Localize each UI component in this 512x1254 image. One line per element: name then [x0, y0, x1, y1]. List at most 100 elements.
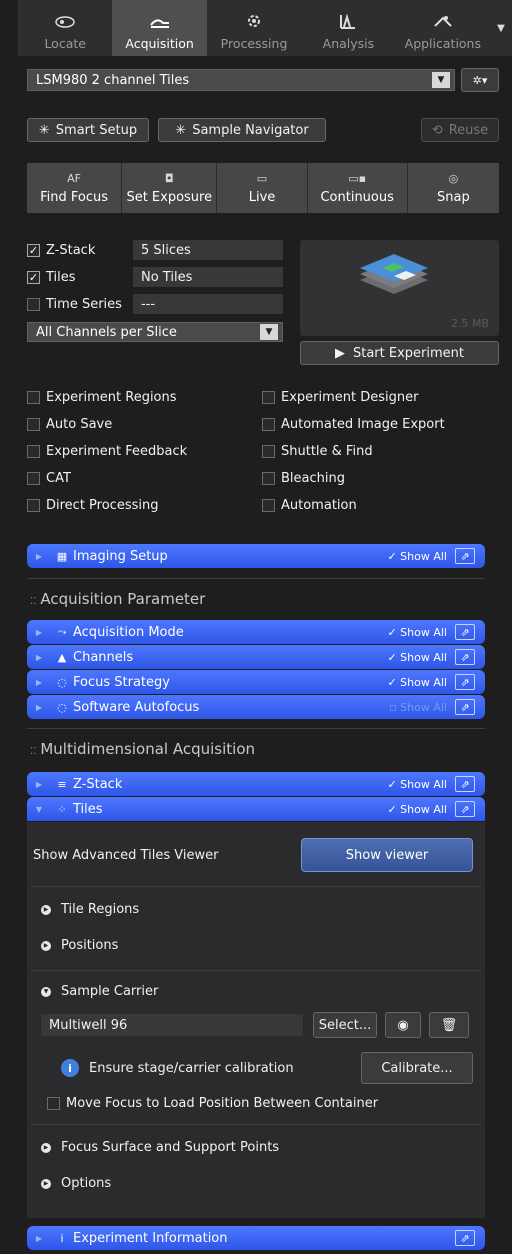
experiment-select[interactable]: LSM980 2 channel Tiles ▼ — [27, 69, 455, 91]
tab-acquisition[interactable]: Acquisition — [112, 0, 207, 56]
focus-surface-expander[interactable]: ▶ Focus Surface and Support Points — [41, 1140, 279, 1155]
tool-z-stack[interactable]: ▶ ≡ Z-Stack ✓ Show All ⇗ — [27, 772, 485, 796]
snap-button[interactable]: ◎ Snap — [408, 163, 499, 213]
checkbox-experiment-designer — [262, 390, 275, 404]
calibrate-button[interactable]: Calibrate... — [361, 1052, 473, 1084]
main-tab-bar: Locate Acquisition Processing Analysis A… — [18, 0, 512, 56]
undock-icon[interactable]: ⇗ — [455, 1230, 475, 1246]
expand-icon: ▶ — [41, 1142, 51, 1153]
checkbox-cat — [27, 471, 40, 485]
acquisition-icon — [149, 19, 169, 28]
option-automated-image-export[interactable]: Automated Image Export — [262, 415, 502, 433]
undock-icon[interactable]: ⇗ — [455, 699, 475, 715]
start-experiment-button[interactable]: ▶ Start Experiment — [300, 341, 499, 365]
applications-icon — [434, 16, 452, 27]
option-experiment-designer[interactable]: Experiment Designer — [262, 388, 502, 406]
show-all-toggle[interactable]: ✓ Show All — [387, 778, 447, 791]
option-auto-save[interactable]: Auto Save — [27, 415, 257, 433]
z-stack-icon: ≡ — [57, 777, 67, 791]
options-expander[interactable]: ▶ Options — [41, 1176, 111, 1191]
expand-icon: ▶ — [41, 904, 51, 915]
divider — [31, 1124, 481, 1125]
chevron-down-icon: ▼ — [432, 72, 450, 88]
tabs-more-button[interactable]: ▼ — [490, 0, 512, 56]
section-acquisition-parameter: ⁚⁚ Acquisition Parameter — [30, 590, 206, 608]
option-experiment-feedback[interactable]: Experiment Feedback — [27, 442, 257, 460]
undock-icon[interactable]: ⇗ — [455, 801, 475, 817]
divider — [27, 578, 485, 579]
exposure-icon: ◘ — [164, 171, 174, 185]
option-direct-processing[interactable]: Direct Processing — [27, 496, 257, 514]
option-experiment-regions[interactable]: Experiment Regions — [27, 388, 257, 406]
preview-size: 2.5 MB — [450, 317, 489, 330]
chevron-right-icon: ▶ — [35, 1233, 43, 1243]
tab-applications[interactable]: Applications — [396, 0, 490, 56]
tool-imaging-setup[interactable]: ▶ ▦ Imaging Setup ✓ Show All ⇗ — [27, 544, 485, 568]
focus-strategy-icon: ◌ — [57, 675, 67, 689]
expand-icon: ▶ — [41, 1178, 51, 1189]
tool-channels[interactable]: ▶ ▲ Channels ✓ Show All ⇗ — [27, 645, 485, 669]
checkbox-time-series — [27, 297, 40, 311]
show-all-toggle[interactable]: ▫ Show All — [389, 701, 447, 714]
show-all-toggle[interactable]: ✓ Show All — [387, 803, 447, 816]
tool-experiment-information[interactable]: ▶ i Experiment Information ⇗ — [27, 1226, 485, 1250]
experiment-options-button[interactable]: ✲▾ — [461, 68, 499, 92]
checkbox-move-focus — [47, 1097, 60, 1110]
carrier-delete-button[interactable]: 🗑 — [429, 1012, 469, 1038]
tool-tiles[interactable]: ▼ ⁘ Tiles ✓ Show All ⇗ — [27, 797, 485, 821]
show-all-toggle[interactable]: ✓ Show All — [387, 651, 447, 664]
time-series-checkbox[interactable]: Time Series — [27, 294, 131, 314]
eye-icon — [55, 16, 75, 28]
acquisition-mode-icon: ⤳ — [57, 625, 67, 638]
chevron-right-icon: ▶ — [35, 677, 43, 687]
select-carrier-button[interactable]: Select... — [313, 1012, 377, 1038]
chevron-right-icon: ▶ — [35, 652, 43, 662]
undock-icon[interactable]: ⇗ — [455, 624, 475, 640]
carrier-target-button[interactable]: ◉ — [385, 1012, 421, 1038]
tab-processing[interactable]: Processing — [207, 0, 301, 56]
show-all-toggle[interactable]: ✓ Show All — [387, 550, 447, 563]
continuous-button[interactable]: ▭▪ Continuous — [308, 163, 408, 213]
positions-expander[interactable]: ▶ Positions — [41, 938, 118, 953]
undock-icon[interactable]: ⇗ — [455, 649, 475, 665]
trash-icon: 🗑 — [440, 1017, 458, 1033]
tile-regions-expander[interactable]: ▶ Tile Regions — [41, 902, 139, 917]
option-cat[interactable]: CAT — [27, 469, 257, 487]
option-shuttle-find[interactable]: Shuttle & Find — [262, 442, 502, 460]
experiment-preview: 2.5 MB — [300, 240, 499, 336]
channels-mode-select[interactable]: All Channels per Slice ▼ — [27, 322, 283, 342]
expand-icon: ▶ — [41, 940, 51, 951]
option-bleaching[interactable]: Bleaching — [262, 469, 502, 487]
find-focus-button[interactable]: AF Find Focus — [27, 163, 123, 213]
undock-icon[interactable]: ⇗ — [455, 674, 475, 690]
option-automation[interactable]: Automation — [262, 496, 502, 514]
tool-acquisition-mode[interactable]: ▶ ⤳ Acquisition Mode ✓ Show All ⇗ — [27, 620, 485, 644]
sample-carrier-expander[interactable]: ▼ Sample Carrier — [41, 984, 158, 999]
tool-software-autofocus[interactable]: ▶ ◌ Software Autofocus ▫ Show All ⇗ — [27, 695, 485, 719]
tool-focus-strategy[interactable]: ▶ ◌ Focus Strategy ✓ Show All ⇗ — [27, 670, 485, 694]
chevron-right-icon: ▶ — [35, 627, 43, 637]
zstack-checkbox[interactable]: ✓ Z-Stack — [27, 240, 127, 260]
checkbox-experiment-regions — [27, 390, 40, 404]
divider — [31, 970, 481, 971]
tab-analysis[interactable]: Analysis — [301, 0, 395, 56]
show-all-toggle[interactable]: ✓ Show All — [387, 626, 447, 639]
live-button[interactable]: ▭ Live — [217, 163, 308, 213]
tiles-checkbox[interactable]: ✓ Tiles — [27, 267, 127, 287]
reuse-button[interactable]: ⟲ Reuse — [421, 118, 499, 142]
show-all-toggle[interactable]: ✓ Show All — [387, 676, 447, 689]
show-viewer-button[interactable]: Show viewer — [301, 838, 473, 872]
smart-setup-button[interactable]: ✳ Smart Setup — [27, 118, 149, 142]
checkbox-automated-image-export — [262, 417, 275, 431]
checkbox-z-stack: ✓ — [27, 243, 40, 257]
move-focus-checkbox[interactable]: Move Focus to Load Position Between Cont… — [47, 1096, 378, 1111]
tab-locate[interactable]: Locate — [18, 0, 112, 56]
checkbox-automation — [262, 498, 275, 512]
time-series-value: --- — [133, 294, 283, 314]
undock-icon[interactable]: ⇗ — [455, 548, 475, 564]
zstack-value: 5 Slices — [133, 240, 283, 260]
undock-icon[interactable]: ⇗ — [455, 776, 475, 792]
sample-navigator-button[interactable]: ✳ Sample Navigator — [158, 118, 326, 142]
set-exposure-button[interactable]: ◘ Set Exposure — [122, 163, 218, 213]
calibration-info: i Ensure stage/carrier calibration — [61, 1059, 294, 1077]
